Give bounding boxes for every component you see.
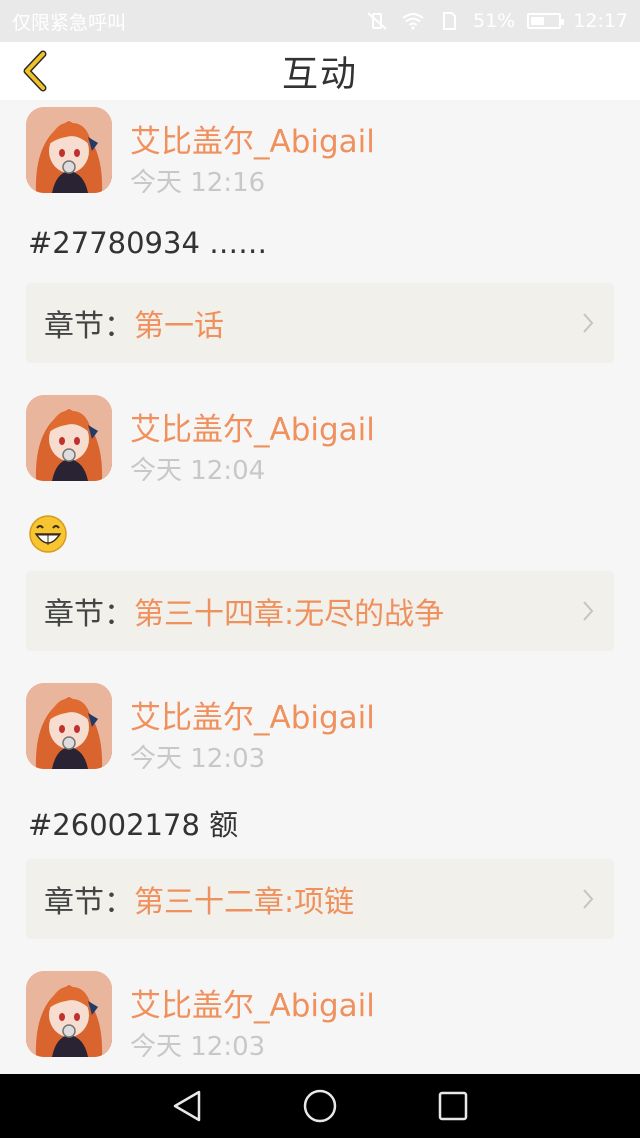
chevron-right-icon	[583, 601, 594, 621]
avatar-image	[26, 683, 112, 769]
status-time: 12:17	[573, 10, 628, 32]
avatar[interactable]	[26, 683, 112, 769]
post-time: 今天 12:03	[130, 1032, 266, 1062]
chapter-title: 第一话	[134, 309, 224, 344]
top-navbar: 互动	[0, 42, 640, 100]
chapter-label: 章节：	[44, 597, 134, 632]
avatar[interactable]	[26, 971, 112, 1057]
post-time: 今天 12:16	[130, 168, 266, 198]
vibrate-off-icon	[367, 12, 387, 30]
battery-percent: 51%	[473, 10, 516, 32]
battery-icon	[527, 13, 565, 29]
post-time: 今天 12:04	[130, 456, 266, 486]
system-home-button[interactable]	[300, 1086, 340, 1126]
interaction-feed[interactable]: 艾比盖尔_Abigail 今天 12:16 #27780934 …… 章节： 第…	[0, 100, 640, 1074]
system-nav-bar	[0, 1074, 640, 1138]
list-item: 艾比盖尔_Abigail 今天 12:04 章节： 第三十四章:无尽的战争	[0, 388, 640, 676]
username[interactable]: 艾比盖尔_Abigail	[130, 116, 375, 161]
avatar-image	[26, 971, 112, 1057]
chevron-right-icon	[583, 889, 594, 909]
chevron-left-icon	[23, 50, 47, 92]
post-time: 今天 12:03	[130, 744, 266, 774]
chapter-link[interactable]: 章节： 第一话	[26, 283, 614, 363]
sim-icon	[443, 12, 456, 30]
avatar[interactable]	[26, 395, 112, 481]
chapter-label: 章节：	[44, 309, 134, 344]
list-item: 艾比盖尔_Abigail 今天 12:03	[0, 964, 640, 1074]
list-item: 艾比盖尔_Abigail 今天 12:03 #26002178 额 章节： 第三…	[0, 676, 640, 964]
avatar-image	[26, 107, 112, 193]
system-back-button[interactable]	[167, 1086, 207, 1126]
status-left-text: 仅限紧急呼叫	[12, 11, 127, 34]
chapter-link[interactable]: 章节： 第三十四章:无尽的战争	[26, 571, 614, 651]
comment-text[interactable]: #27780934 ……	[28, 226, 267, 260]
username[interactable]: 艾比盖尔_Abigail	[130, 404, 375, 449]
wifi-icon	[402, 13, 424, 30]
chevron-right-icon	[583, 313, 594, 333]
username[interactable]: 艾比盖尔_Abigail	[130, 692, 375, 737]
back-button[interactable]	[14, 50, 54, 92]
chapter-title: 第三十二章:项链	[134, 885, 355, 920]
chapter-link[interactable]: 章节： 第三十二章:项链	[26, 859, 614, 939]
status-bar: 仅限紧急呼叫 51% 12:17	[0, 0, 640, 42]
circle-home-icon	[303, 1089, 337, 1123]
username[interactable]: 艾比盖尔_Abigail	[130, 980, 375, 1025]
avatar[interactable]	[26, 107, 112, 193]
grinning-face-icon	[29, 515, 67, 553]
chapter-label: 章节：	[44, 885, 134, 920]
page-title: 互动	[281, 54, 358, 95]
battery-level	[531, 17, 545, 25]
status-right: 51% 12:17	[365, 10, 628, 32]
chapter-title: 第三十四章:无尽的战争	[134, 597, 445, 632]
list-item: 艾比盖尔_Abigail 今天 12:16 #27780934 …… 章节： 第…	[0, 100, 640, 388]
square-recents-icon	[439, 1091, 468, 1121]
comment-text[interactable]: #26002178 额	[28, 802, 238, 844]
triangle-back-icon	[173, 1090, 200, 1122]
avatar-image	[26, 395, 112, 481]
system-recents-button[interactable]	[433, 1086, 473, 1126]
